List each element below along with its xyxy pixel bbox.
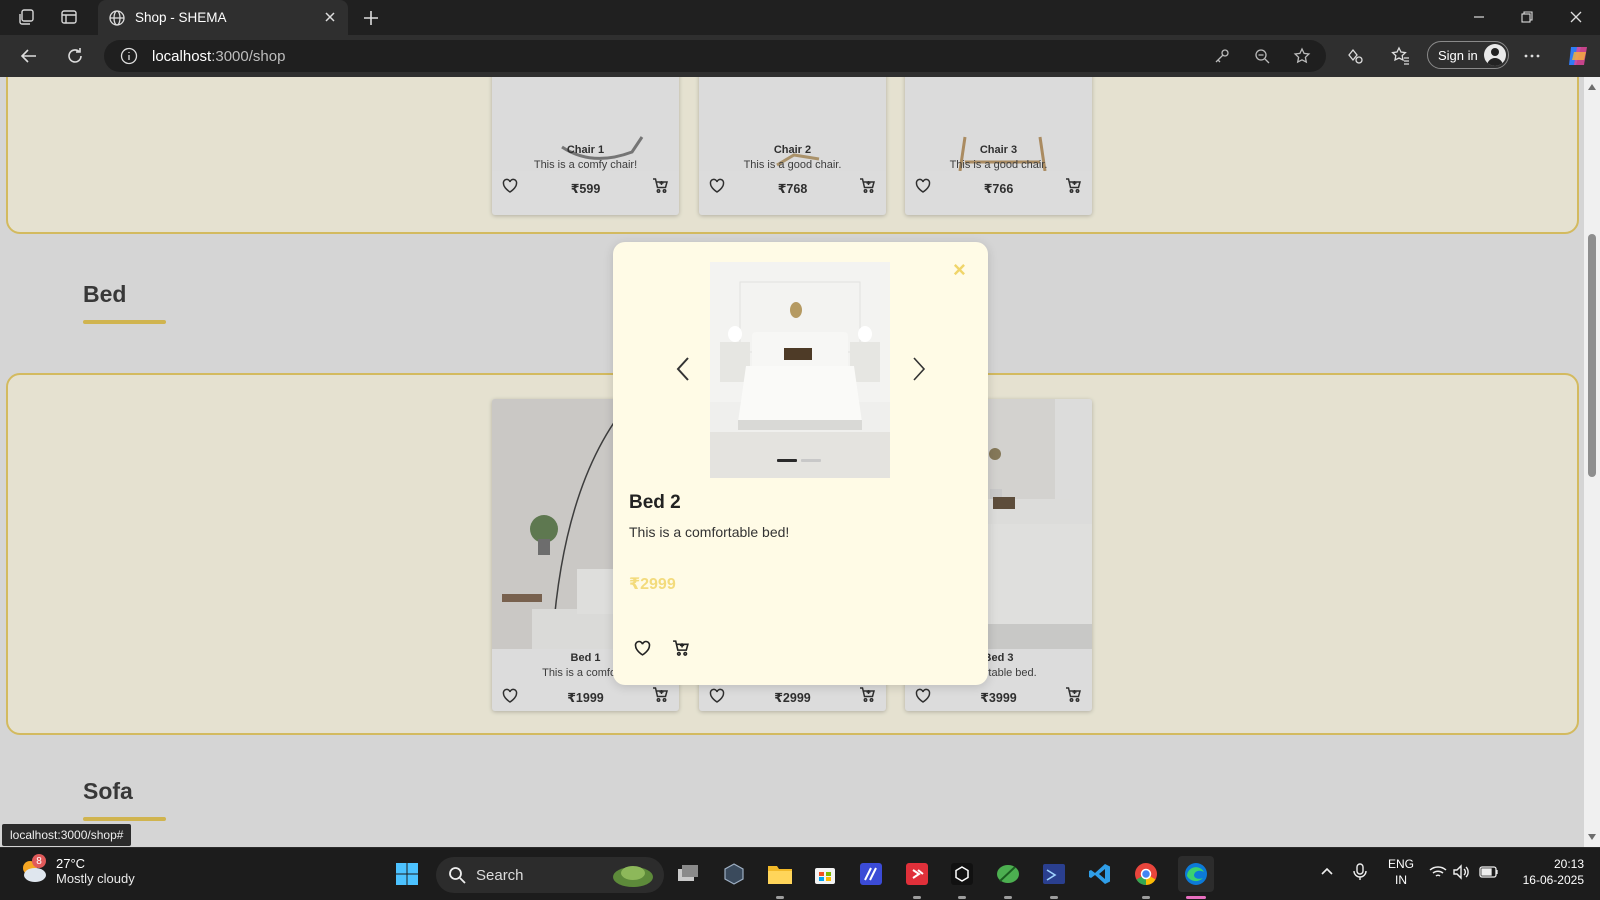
- page-scrollbar[interactable]: [1584, 77, 1600, 847]
- modal-product-description: This is a comfortable bed!: [629, 524, 790, 540]
- search-label: Search: [476, 866, 524, 884]
- modal-add-to-cart-icon[interactable]: [672, 639, 690, 657]
- shop-page: Chair 1 This is a comfy chair! ₹599 Chai…: [0, 77, 1584, 847]
- product-detail-modal: × Bed 2 This is a comfortable bed! ₹2999: [613, 242, 988, 685]
- windows-start-icon[interactable]: [393, 860, 421, 888]
- running-indicator: [1142, 896, 1150, 899]
- app-terminal-icon[interactable]: [1040, 860, 1068, 888]
- edge-icon[interactable]: [1178, 856, 1214, 892]
- address-bar[interactable]: localhost:3000/shop: [104, 40, 1326, 72]
- weather-widget[interactable]: 8 27°C Mostly cloudy: [18, 854, 135, 886]
- favorite-star-icon[interactable]: [1292, 46, 1312, 66]
- search-highlight-icon: [610, 861, 656, 889]
- app-red-icon[interactable]: [903, 860, 931, 888]
- running-indicator: [1050, 896, 1058, 899]
- zoom-out-icon[interactable]: [1252, 46, 1272, 66]
- copilot-icon[interactable]: [1565, 43, 1591, 69]
- workspaces-icon[interactable]: [16, 6, 38, 28]
- task-view-icon[interactable]: [674, 860, 702, 888]
- browser-toolbar: localhost:3000/shop Sign in: [0, 35, 1600, 77]
- microphone-icon[interactable]: [1350, 862, 1370, 882]
- windows-taskbar: 8 27°C Mostly cloudy Search ENG IN 20:13…: [0, 847, 1600, 900]
- volume-icon[interactable]: [1452, 862, 1472, 882]
- search-icon: [448, 866, 466, 884]
- carousel-dot-active[interactable]: [777, 459, 797, 462]
- browser-tab-bar: Shop - SHEMA: [0, 0, 1600, 35]
- browser-essentials-icon[interactable]: [1344, 45, 1366, 67]
- more-options-icon[interactable]: [1521, 45, 1543, 67]
- close-window-icon[interactable]: [1564, 6, 1588, 28]
- app-cube-icon[interactable]: [948, 860, 976, 888]
- site-info-icon[interactable]: [120, 47, 138, 65]
- weather-badge: 8: [32, 854, 46, 868]
- carousel-dot[interactable]: [801, 459, 821, 462]
- sign-in-button[interactable]: Sign in: [1427, 41, 1509, 69]
- url-text: localhost:3000/shop: [152, 47, 286, 65]
- weather-cloud-icon: 8: [18, 854, 48, 886]
- tab-actions-icon[interactable]: [58, 6, 80, 28]
- language-indicator[interactable]: ENG IN: [1388, 856, 1414, 888]
- running-indicator: [913, 896, 921, 899]
- running-indicator: [958, 896, 966, 899]
- new-tab-icon[interactable]: [360, 7, 382, 29]
- running-indicator: [776, 896, 784, 899]
- profile-avatar-icon: [1484, 44, 1506, 66]
- sign-in-label: Sign in: [1438, 47, 1478, 63]
- file-explorer-icon[interactable]: [766, 860, 794, 888]
- running-indicator: [1004, 896, 1012, 899]
- taskbar-search[interactable]: Search: [436, 857, 664, 893]
- active-tab[interactable]: Shop - SHEMA: [98, 0, 348, 35]
- minimize-icon[interactable]: [1467, 6, 1491, 28]
- temperature: 27°C: [56, 856, 86, 871]
- globe-icon: [108, 9, 126, 27]
- modal-product-price: ₹2999: [629, 576, 676, 593]
- wifi-icon[interactable]: [1428, 862, 1448, 882]
- clock-date: 16-06-2025: [1522, 873, 1584, 887]
- password-key-icon[interactable]: [1212, 46, 1232, 66]
- product-photo-carousel[interactable]: [710, 262, 890, 478]
- carousel-dots[interactable]: [777, 459, 821, 462]
- modal-product-title: Bed 2: [629, 492, 681, 513]
- scroll-up-arrow-icon[interactable]: [1587, 83, 1597, 91]
- favorites-icon[interactable]: [1390, 45, 1412, 67]
- chrome-icon[interactable]: [1132, 860, 1160, 888]
- carousel-prev-icon[interactable]: [673, 354, 695, 384]
- weather-condition: Mostly cloudy: [56, 871, 135, 886]
- scrollbar-thumb[interactable]: [1588, 234, 1596, 477]
- system-clock[interactable]: 20:13 16-06-2025: [1514, 856, 1584, 888]
- close-modal-button[interactable]: ×: [953, 259, 966, 281]
- active-indicator: [1186, 896, 1206, 899]
- page-viewport: Chair 1 This is a comfy chair! ₹599 Chai…: [0, 77, 1584, 847]
- app-leaf-icon[interactable]: [994, 860, 1022, 888]
- microsoft-store-icon[interactable]: [811, 860, 839, 888]
- tray-chevron-icon[interactable]: [1317, 862, 1337, 882]
- battery-icon[interactable]: [1479, 862, 1499, 882]
- back-icon[interactable]: [17, 44, 41, 68]
- app-hexagon-icon[interactable]: [720, 860, 748, 888]
- scroll-down-arrow-icon[interactable]: [1587, 833, 1597, 841]
- clock-time: 20:13: [1553, 857, 1584, 871]
- reload-icon[interactable]: [63, 44, 87, 68]
- app-blue-slash-icon[interactable]: [857, 860, 885, 888]
- bed-2-photo: [710, 262, 890, 478]
- modal-wishlist-heart-icon[interactable]: [634, 640, 651, 657]
- tab-title: Shop - SHEMA: [135, 10, 227, 25]
- restore-icon[interactable]: [1515, 6, 1539, 28]
- status-link-preview: localhost:3000/shop#: [2, 824, 132, 846]
- carousel-next-icon[interactable]: [907, 354, 929, 384]
- vscode-icon[interactable]: [1086, 860, 1114, 888]
- close-tab-icon[interactable]: [322, 9, 338, 25]
